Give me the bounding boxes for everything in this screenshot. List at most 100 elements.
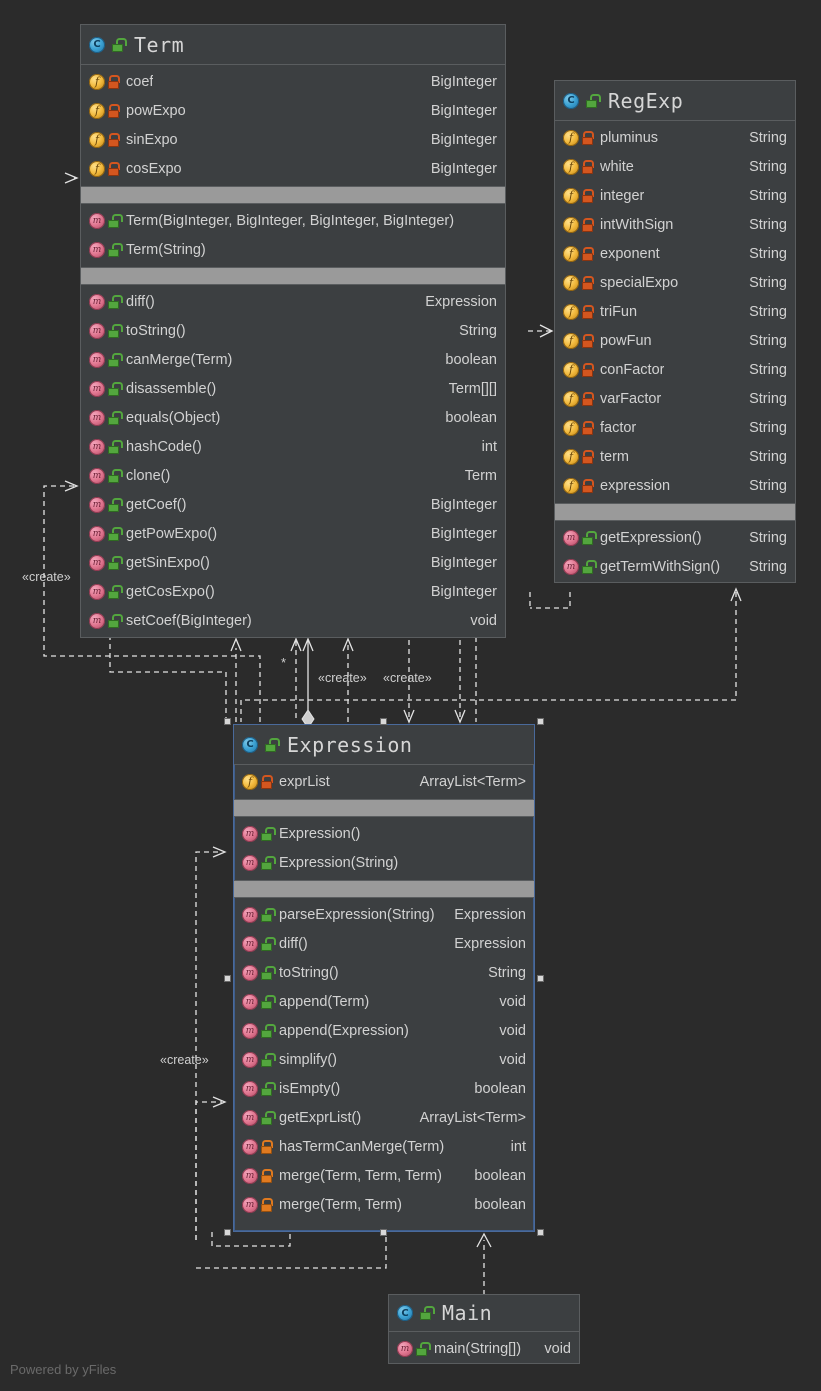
method-row[interactable]: isEmpty() boolean <box>234 1074 534 1103</box>
diagram-canvas[interactable]: Term coef BigInteger powExpo BigInteger … <box>0 0 821 1391</box>
selection-handle[interactable] <box>537 1229 544 1236</box>
method-row[interactable]: clone() Term <box>81 461 505 490</box>
methods-section-expression: parseExpression(String) Expression diff(… <box>234 898 534 1222</box>
method-row[interactable]: append(Expression) void <box>234 1016 534 1045</box>
constructor-row[interactable]: Term(String) <box>81 235 505 264</box>
class-name-main: Main <box>442 1301 493 1325</box>
selection-handle[interactable] <box>224 975 231 982</box>
method-icon <box>242 935 258 952</box>
method-icon <box>242 854 258 871</box>
constructor-row[interactable]: Expression() <box>234 819 534 848</box>
unlocked-green-icon <box>264 737 280 753</box>
constructor-row[interactable]: Term(BigInteger, BigInteger, BigInteger,… <box>81 206 505 235</box>
field-row[interactable]: integer String <box>555 181 795 210</box>
field-row[interactable]: white String <box>555 152 795 181</box>
constructor-row[interactable]: Expression(String) <box>234 848 534 877</box>
method-row[interactable]: canMerge(Term) boolean <box>81 345 505 374</box>
class-box-regexp[interactable]: RegExp pluminus String white String inte… <box>554 80 796 583</box>
locked-red-icon <box>581 449 594 465</box>
selection-handle[interactable] <box>380 718 387 725</box>
method-row[interactable]: merge(Term, Term, Term) boolean <box>234 1161 534 1190</box>
method-row[interactable]: getPowExpo() BigInteger <box>81 519 505 548</box>
unlocked-green-icon <box>260 907 276 923</box>
method-row[interactable]: hasTermCanMerge(Term) int <box>234 1132 534 1161</box>
method-icon <box>242 1080 258 1097</box>
edge-label-create-b: «create» <box>383 671 432 685</box>
method-icon <box>89 554 105 571</box>
field-row[interactable]: powExpo BigInteger <box>81 96 505 125</box>
method-row[interactable]: setCoef(BigInteger) void <box>81 606 505 635</box>
method-row[interactable]: hashCode() int <box>81 432 505 461</box>
locked-red-icon <box>581 391 594 407</box>
unlocked-green-icon <box>260 965 276 981</box>
member-type: void <box>544 1340 571 1357</box>
member-name: diff() <box>126 293 155 310</box>
field-row[interactable]: pluminus String <box>555 123 795 152</box>
field-row[interactable]: powFun String <box>555 326 795 355</box>
method-row[interactable]: getSinExpo() BigInteger <box>81 548 505 577</box>
field-row[interactable]: factor String <box>555 413 795 442</box>
field-row[interactable]: cosExpo BigInteger <box>81 154 505 183</box>
field-row[interactable]: specialExpo String <box>555 268 795 297</box>
field-row[interactable]: intWithSign String <box>555 210 795 239</box>
field-row[interactable]: expression String <box>555 471 795 500</box>
selection-handle[interactable] <box>380 1229 387 1236</box>
method-row[interactable]: disassemble() Term[][] <box>81 374 505 403</box>
field-row[interactable]: coef BigInteger <box>81 67 505 96</box>
field-row[interactable]: exprList ArrayList<Term> <box>234 767 534 796</box>
method-row[interactable]: append(Term) void <box>234 987 534 1016</box>
method-row[interactable]: diff() Expression <box>234 929 534 958</box>
field-row[interactable]: varFactor String <box>555 384 795 413</box>
unlocked-green-icon <box>107 497 123 513</box>
selection-handle[interactable] <box>537 975 544 982</box>
member-type: boolean <box>445 409 497 426</box>
method-row[interactable]: parseExpression(String) Expression <box>234 900 534 929</box>
class-box-main[interactable]: Main main(String[]) void <box>388 1294 580 1364</box>
field-row[interactable]: term String <box>555 442 795 471</box>
field-row[interactable]: conFactor String <box>555 355 795 384</box>
method-icon <box>242 1022 258 1039</box>
class-box-term[interactable]: Term coef BigInteger powExpo BigInteger … <box>80 24 506 638</box>
member-name: getExprList() <box>279 1109 362 1126</box>
class-title-term: Term <box>81 25 505 65</box>
locked-red-icon <box>107 161 120 177</box>
locked-red-icon <box>581 478 594 494</box>
method-row[interactable]: equals(Object) boolean <box>81 403 505 432</box>
locked-red-icon <box>581 362 594 378</box>
field-icon <box>563 477 579 494</box>
member-type: Expression <box>454 935 526 952</box>
locked-red-icon <box>581 420 594 436</box>
selection-handle[interactable] <box>224 718 231 725</box>
member-type: Term[][] <box>448 380 497 397</box>
method-row[interactable]: diff() Expression <box>81 287 505 316</box>
method-icon <box>397 1340 413 1357</box>
method-row[interactable]: getTermWithSign() String <box>555 552 795 581</box>
unlocked-green-icon <box>260 1110 276 1126</box>
selection-handle[interactable] <box>224 1229 231 1236</box>
method-row[interactable]: getExpression() String <box>555 523 795 552</box>
method-row[interactable]: merge(Term, Term) boolean <box>234 1190 534 1219</box>
selection-handle[interactable] <box>537 718 544 725</box>
locked-red-icon <box>107 132 120 148</box>
method-row[interactable]: getExprList() ArrayList<Term> <box>234 1103 534 1132</box>
field-row[interactable]: exponent String <box>555 239 795 268</box>
method-row[interactable]: getCoef() BigInteger <box>81 490 505 519</box>
member-name: term <box>600 448 629 465</box>
class-box-expression[interactable]: Expression exprList ArrayList<Term> Expr… <box>233 724 535 1232</box>
method-row[interactable]: getCosExpo() BigInteger <box>81 577 505 606</box>
unlocked-green-icon <box>415 1341 431 1357</box>
method-row[interactable]: toString() String <box>234 958 534 987</box>
member-type: void <box>499 1022 526 1039</box>
member-name: factor <box>600 419 637 436</box>
locked-red-icon <box>107 74 120 90</box>
field-row[interactable]: sinExpo BigInteger <box>81 125 505 154</box>
edge-label-create-term-left: «create» <box>22 570 71 584</box>
field-icon <box>563 274 579 291</box>
field-icon <box>563 448 579 465</box>
member-type: boolean <box>474 1080 526 1097</box>
method-row[interactable]: simplify() void <box>234 1045 534 1074</box>
method-icon <box>242 1196 258 1213</box>
method-row[interactable]: main(String[]) void <box>389 1334 579 1363</box>
method-row[interactable]: toString() String <box>81 316 505 345</box>
field-row[interactable]: triFun String <box>555 297 795 326</box>
